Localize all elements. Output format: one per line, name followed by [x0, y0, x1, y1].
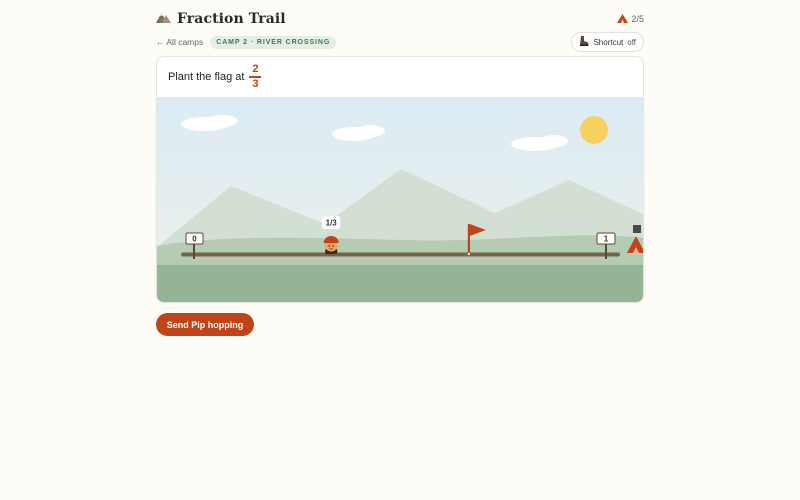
camp-badge: CAMP 2 · RIVER CROSSING: [210, 35, 337, 49]
progress-text: 2/5: [631, 14, 644, 24]
start-label: 0: [192, 235, 197, 244]
shortcut-toggle[interactable]: Shortcut off: [571, 32, 644, 52]
sun: [580, 116, 608, 144]
end-label: 1: [604, 235, 609, 244]
target-denominator: 3: [252, 77, 259, 90]
pip-position-label: 1/3: [326, 219, 338, 228]
prompt: Plant the flag at 2 3: [157, 57, 643, 97]
mountain-icon: [156, 10, 171, 28]
header: Fraction Trail 2/5: [156, 9, 644, 29]
activity-card: Plant the flag at 2 3 0 1 1/3: [156, 56, 644, 303]
progress-indicator: 2/5: [617, 13, 644, 25]
tent-icon: [617, 13, 629, 25]
camp-nav: ← All camps CAMP 2 · RIVER CROSSING: [156, 35, 337, 49]
send-pip-hopping-button[interactable]: Send Pip hopping: [156, 313, 254, 336]
all-camps-link[interactable]: ← All camps: [156, 37, 203, 47]
target-fraction: 2 3: [249, 63, 262, 90]
hiking-boot-icon: [579, 36, 589, 48]
trail-scene: 0 1 1/3: [157, 97, 643, 302]
brand: Fraction Trail: [156, 10, 286, 28]
number-line: [181, 252, 620, 257]
meadow: [157, 265, 643, 302]
target-numerator: 2: [252, 63, 259, 76]
shortcut-state: off: [627, 37, 636, 47]
app-title: Fraction Trail: [177, 11, 286, 27]
subbar: ← All camps CAMP 2 · RIVER CROSSING Shor…: [156, 32, 644, 52]
shortcut-label: Shortcut: [593, 37, 624, 47]
prompt-text: Plant the flag at: [168, 71, 245, 83]
